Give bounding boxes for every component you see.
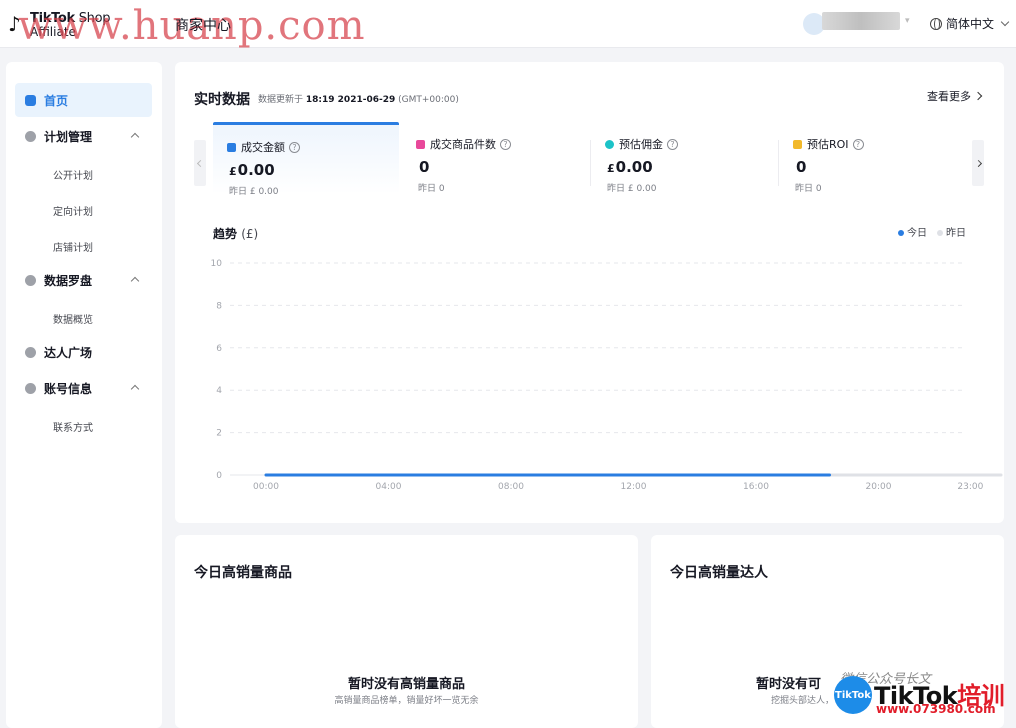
top-products-card: 今日高销量商品 暂时没有高销量商品 高销量商品榜单，销量好坏一览无余	[175, 535, 638, 728]
sidebar-subitem-shop-plan[interactable]: 店铺计划	[53, 239, 93, 254]
sidebar-item-label: 账号信息	[44, 381, 93, 396]
trend-chart: 10 8 6 4 2 0 00:00 04:00 08:00 12:00 16:00 20:00 23:…	[211, 259, 1003, 492]
top-creators-title: 今日高销量达人	[670, 565, 768, 581]
x-tick-label: 20:00	[866, 482, 892, 492]
sidebar-item-label: 数据罗盘	[44, 273, 93, 288]
tiktok-note-icon: ♪	[8, 12, 21, 36]
user-name-blurred[interactable]	[822, 12, 900, 30]
sidebar-item-label: 计划管理	[44, 129, 93, 144]
sidebar-item-data-compass[interactable]: 数据罗盘	[15, 263, 152, 297]
x-tick-label: 23:00	[957, 482, 983, 492]
logo-affiliate: Affiliate	[30, 25, 76, 39]
y-tick-label: 10	[211, 259, 223, 269]
language-switcher[interactable]: 简体中文	[930, 15, 1010, 32]
y-tick-label: 8	[216, 301, 222, 311]
compass-icon	[25, 274, 36, 286]
home-icon	[25, 94, 36, 106]
tiktok-shop-affiliate-logo[interactable]: ♪ TikTok Shop Affiliate	[8, 11, 118, 40]
plan-icon	[25, 130, 36, 142]
sidebar-subitem-public-plan[interactable]: 公开计划	[53, 167, 93, 182]
y-tick-label: 4	[216, 386, 222, 396]
chevron-up-icon	[130, 384, 140, 394]
x-tick-label: 08:00	[498, 482, 524, 492]
realtime-data-card: 实时数据 数据更新于 18:19 2021-06-29 (GMT+00:00) …	[175, 62, 1004, 523]
top-products-empty-title: 暂时没有高销量商品	[347, 677, 465, 692]
x-tick-label: 04:00	[376, 482, 402, 492]
sidebar-item-account-info[interactable]: 账号信息	[15, 371, 152, 405]
y-tick-label: 0	[216, 471, 222, 481]
sidebar-item-plan-management[interactable]: 计划管理	[15, 119, 152, 153]
tiktok-training-watermark: 微信公众号长文 TikTok TikTok培训 www.073980.com	[834, 672, 1016, 728]
x-tick-label: 16:00	[743, 482, 769, 492]
creator-search-icon	[25, 346, 36, 358]
sidebar-subitem-contact[interactable]: 联系方式	[53, 419, 93, 434]
chevron-up-icon	[130, 276, 140, 286]
logo-shop: Shop	[74, 11, 111, 26]
y-tick-label: 6	[216, 344, 222, 354]
chevron-up-icon	[130, 132, 140, 142]
language-label: 简体中文	[946, 17, 995, 31]
y-tick-label: 2	[216, 429, 222, 439]
top-header: ♪ TikTok Shop Affiliate www.huanp.com 商家…	[0, 0, 1016, 48]
top-products-title: 今日高销量商品	[194, 565, 292, 581]
top-products-empty-sub: 高销量商品榜单，销量好坏一览无余	[334, 696, 479, 706]
sidebar-item-label: 达人广场	[44, 345, 93, 360]
user-menu-caret-icon[interactable]: ▾	[905, 16, 910, 26]
chevron-down-icon	[1000, 17, 1010, 27]
watermark-url: www.073980.com	[876, 702, 996, 716]
globe-icon	[930, 17, 942, 30]
sidebar-item-home[interactable]: 首页	[15, 83, 152, 117]
sidebar-item-label: 首页	[44, 93, 69, 108]
x-tick-label: 12:00	[621, 482, 647, 492]
sidebar-item-creator-square[interactable]: 达人广场	[15, 335, 152, 369]
page-title: 商家中心	[175, 18, 231, 34]
logo-brand: TikTok	[30, 11, 75, 26]
sidebar-subitem-data-overview[interactable]: 数据概览	[53, 311, 93, 326]
sidebar: 首页 计划管理 公开计划 定向计划 店铺计划 数据罗盘 数据概览 达人广场 账号…	[6, 62, 162, 728]
help-circle-icon	[25, 382, 36, 394]
sidebar-subitem-targeted-plan[interactable]: 定向计划	[53, 203, 93, 218]
watermark-badge: TikTok	[834, 676, 872, 714]
x-tick-label: 00:00	[253, 482, 279, 492]
